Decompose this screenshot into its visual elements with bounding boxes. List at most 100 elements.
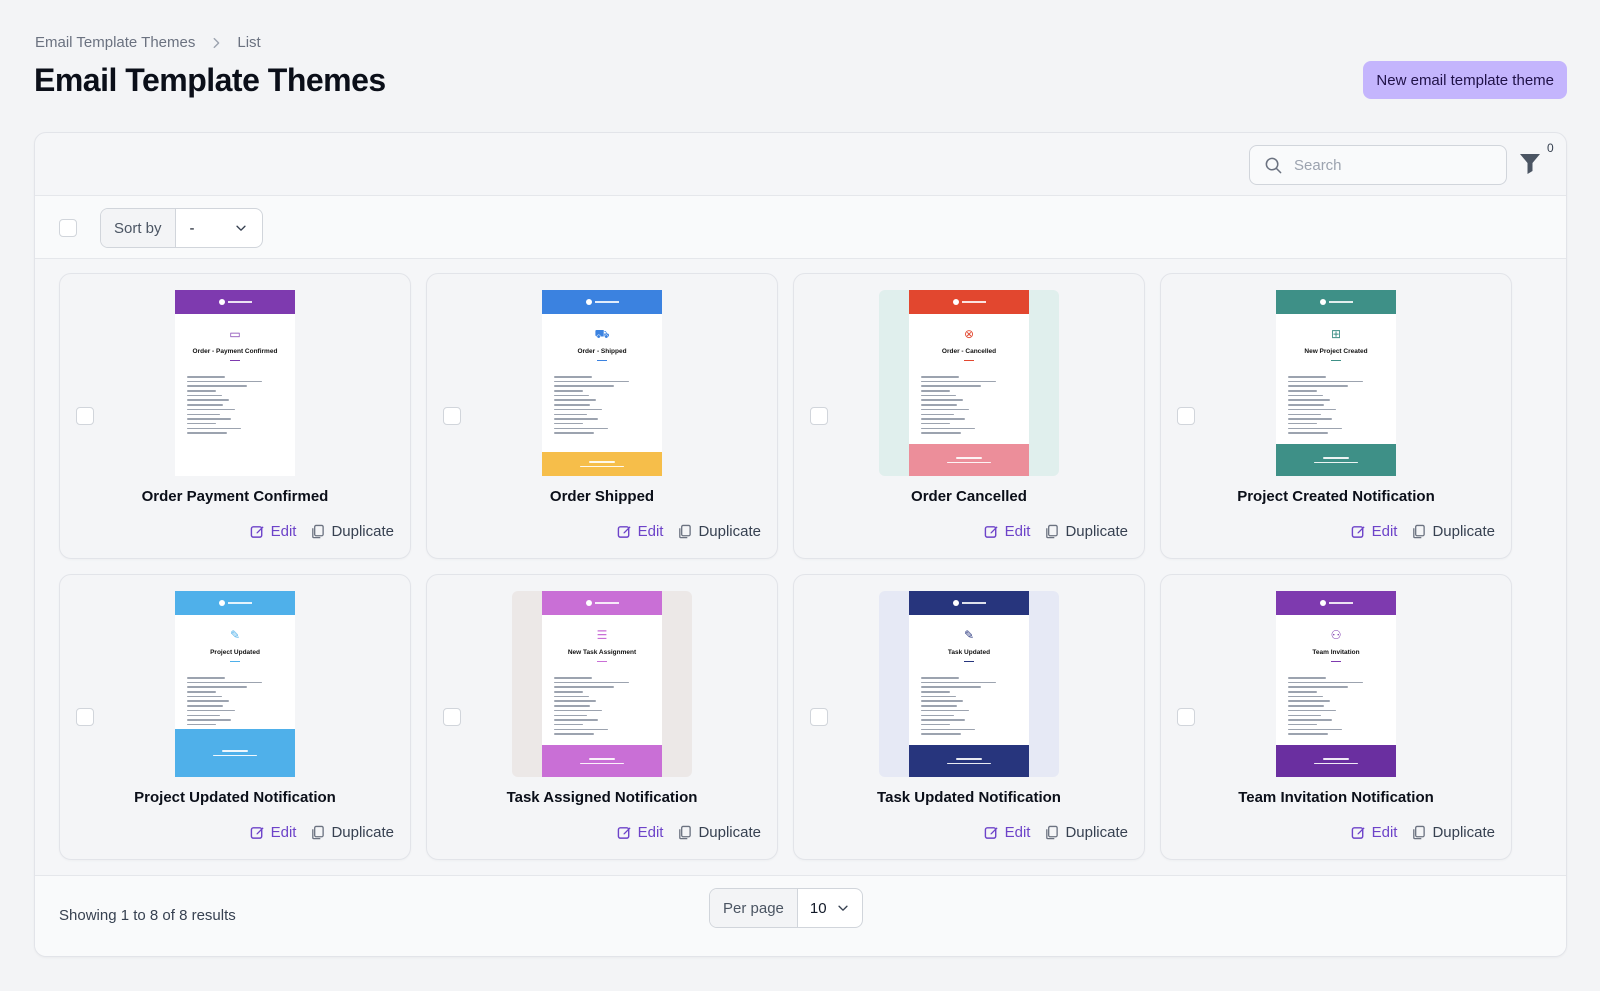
card-actions: Edit Duplicate [250,824,394,841]
email-preview: ☰ New Task Assignment [542,591,662,777]
edit-button[interactable]: Edit [250,523,297,540]
edit-button[interactable]: Edit [617,523,663,540]
select-all-checkbox[interactable] [59,219,77,237]
email-preview-title: Team Invitation [1312,649,1360,656]
email-preview: ⊗ Order - Cancelled [909,290,1029,476]
edit-button[interactable]: Edit [617,824,664,841]
filter-icon[interactable] [1519,151,1541,175]
user-plus-icon: ⚇ [1330,628,1342,642]
filter-count-badge: 0 [1547,141,1554,155]
email-preview-title: Task Updated [947,649,991,656]
search-field[interactable] [1249,145,1507,185]
duplicate-button[interactable]: Duplicate [1044,523,1128,540]
theme-card: ▭ Order - Payment Confirmed Order Paymen… [59,273,411,559]
list-icon: ☰ [596,628,608,642]
edit-button[interactable]: Edit [984,523,1031,540]
edit-button[interactable]: Edit [984,824,1030,841]
edit-button[interactable]: Edit [1351,523,1397,540]
breadcrumb: Email Template Themes List [35,34,261,51]
sort-select[interactable]: Sort by - [100,208,263,248]
chevron-down-icon [838,905,848,911]
edit-label: Edit [270,523,297,540]
search-icon [1265,157,1282,173]
theme-card-name: Order Shipped [549,488,655,505]
theme-preview[interactable]: ⊞ New Project Created [1161,290,1511,476]
table-toolbar: 0 [35,133,1566,196]
themes-panel: 0 Sort by - ▭ Order - Payment Confirmed [34,132,1567,957]
theme-card-grid: ▭ Order - Payment Confirmed Order Paymen… [59,273,1512,860]
duplicate-label: Duplicate [1065,523,1128,540]
theme-preview[interactable]: ✎ Project Updated [60,591,410,777]
edit-icon [250,526,264,538]
card-actions: Edit Duplicate [617,523,761,540]
pagination-footer: Showing 1 to 8 of 8 results Per page 10 [35,875,1566,956]
per-page-value[interactable]: 10 [798,889,862,927]
plus-icon: ⊞ [1330,327,1342,341]
duplicate-icon [1413,524,1426,539]
duplicate-button[interactable]: Duplicate [1411,824,1495,841]
theme-preview[interactable]: ☰ New Task Assignment [427,591,777,777]
theme-card-name: Task Updated Notification [877,789,1061,806]
breadcrumb-parent-link[interactable]: Email Template Themes [35,34,195,51]
email-preview: ⚇ Team Invitation [1276,591,1396,777]
duplicate-button[interactable]: Duplicate [310,523,394,540]
edit-button[interactable]: Edit [250,824,296,841]
email-preview-title: New Task Assignment [567,649,637,656]
theme-card-name: Task Assigned Notification [506,789,698,806]
card-actions: Edit Duplicate [984,824,1128,841]
duplicate-button[interactable]: Duplicate [1411,523,1495,540]
chevron-right-icon [213,37,220,48]
edit-icon: ✎ [963,628,975,642]
theme-preview[interactable]: ▭ Order - Payment Confirmed [60,290,410,476]
results-summary: Showing 1 to 8 of 8 results [59,907,236,924]
duplicate-icon [312,825,325,840]
duplicate-button[interactable]: Duplicate [310,824,394,841]
edit-icon [984,526,998,538]
theme-preview[interactable]: ⊗ Order - Cancelled [794,290,1144,476]
email-preview: ⛟ Order - Shipped [542,290,662,476]
duplicate-label: Duplicate [331,523,394,540]
sort-label: Sort by [101,209,176,247]
truck-icon: ⛟ [594,327,610,341]
duplicate-icon [679,825,692,840]
edit-icon [250,827,264,839]
duplicate-button[interactable]: Duplicate [677,824,761,841]
per-page-label: Per page [710,889,798,927]
duplicate-icon [1413,825,1426,840]
cancel-icon: ⊗ [963,327,975,341]
card-actions: Edit Duplicate [1351,824,1495,841]
theme-preview[interactable]: ✎ Task Updated [794,591,1144,777]
new-email-template-theme-button[interactable]: New email template theme [1363,61,1567,99]
theme-card-name: Order Payment Confirmed [141,488,329,505]
edit-icon [617,526,631,538]
edit-icon [617,827,631,839]
duplicate-icon [1046,825,1059,840]
email-preview: ✎ Project Updated [175,591,295,777]
edit-label: Edit [637,824,664,841]
card-icon: ▭ [229,327,241,341]
email-preview-title: Project Updated [210,649,260,656]
theme-preview[interactable]: ⚇ Team Invitation [1161,591,1511,777]
card-actions: Edit Duplicate [984,523,1128,540]
edit-label: Edit [1004,523,1031,540]
sort-value[interactable]: - [176,209,262,247]
sort-value-text: - [189,219,195,237]
edit-button[interactable]: Edit [1351,824,1397,841]
theme-card-name: Project Created Notification [1237,488,1435,505]
per-page-select[interactable]: Per page 10 [709,888,863,928]
email-preview-title: Order - Cancelled [941,348,997,355]
duplicate-label: Duplicate [1432,824,1495,841]
theme-card: ☰ New Task Assignment Task Assigned Noti… [426,574,778,860]
duplicate-icon [1046,524,1059,539]
card-actions: Edit Duplicate [1351,523,1495,540]
theme-card-name: Order Cancelled [911,488,1027,505]
duplicate-button[interactable]: Duplicate [1044,824,1128,841]
per-page-value-text: 10 [809,899,827,917]
search-input[interactable] [1294,156,1494,174]
theme-preview[interactable]: ⛟ Order - Shipped [427,290,777,476]
edit-icon [984,827,998,839]
theme-card: ⛟ Order - Shipped Order Shipped Edit Dup… [426,273,778,559]
email-preview-title: Order - Shipped [577,348,627,355]
chevron-down-icon [235,225,246,231]
duplicate-button[interactable]: Duplicate [677,523,761,540]
